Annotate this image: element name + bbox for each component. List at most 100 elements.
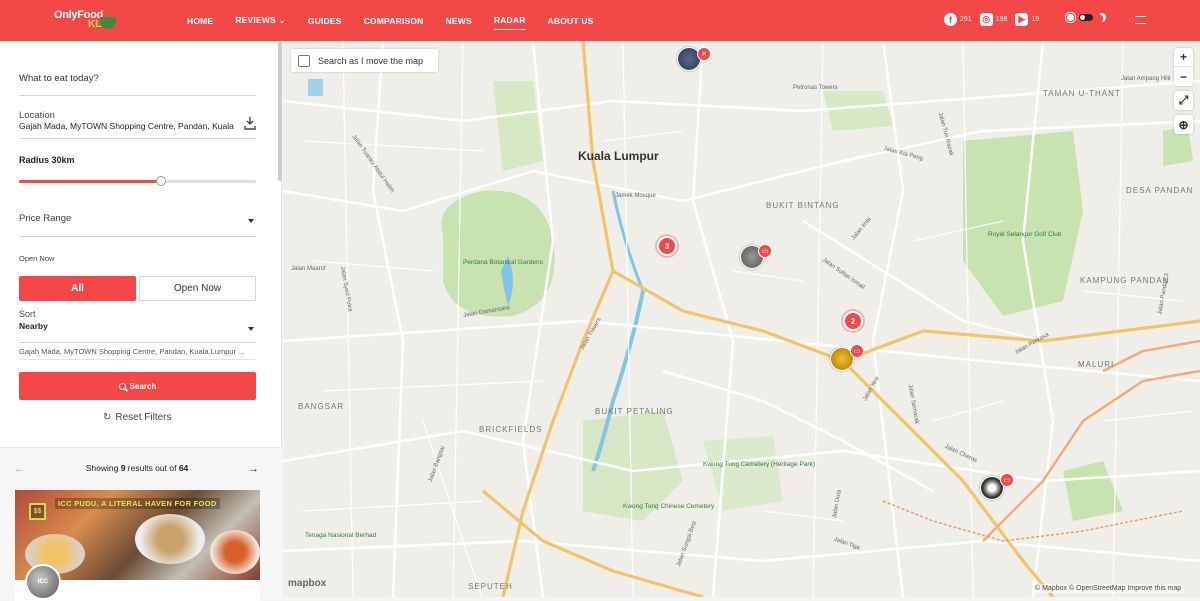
food-bowl-image (210, 530, 260, 574)
area-label: TAMAN U-THANT (1043, 89, 1121, 98)
bowl-icon (100, 17, 116, 29)
reset-filters-button[interactable]: ↻ Reset Filters (103, 412, 172, 423)
park-area (703, 436, 783, 511)
area-label: SEPUTEH (468, 582, 513, 591)
results-mid: results out of (125, 463, 179, 473)
park-label: Kwong Tung Cemetery (Heritage Park) (703, 461, 815, 468)
zoom-in-button[interactable]: + (1174, 48, 1193, 67)
chevron-down-icon (248, 219, 254, 223)
toggle-switch[interactable] (1079, 14, 1093, 21)
address-display: Gajah Mada, MyTOWN Shopping Centre, Pand… (19, 347, 256, 360)
water (308, 79, 323, 96)
road-label: Jalan Ampang Hilir (1121, 76, 1172, 82)
minor-roads (283, 41, 1200, 597)
area-label: KAMPUNG PANDAN (1080, 276, 1170, 285)
results-count: Showing 9 results out of 64 (0, 463, 274, 473)
fullscreen-control: ⤢ (1174, 91, 1193, 110)
radius-label: Radius 30km (19, 155, 75, 165)
park-area (493, 81, 543, 171)
river (611, 190, 645, 292)
facebook-count: 261 (960, 16, 972, 23)
results-total: 64 (178, 463, 189, 473)
cluster-marker[interactable]: 3 (657, 236, 677, 256)
cutlery-icon: ✕ (697, 47, 711, 61)
city-label: Kuala Lumpur (578, 149, 659, 163)
price-range-select[interactable]: Price Range (19, 213, 256, 237)
map-view[interactable]: Search as I move the map + − ⤢ ⊕ Kuala L… (283, 41, 1200, 597)
reset-filters-label: Reset Filters (115, 412, 172, 423)
nav-news[interactable]: NEWS (446, 12, 472, 30)
streets (302, 41, 1194, 597)
sun-icon (1066, 13, 1075, 22)
park-label: Kwong Tong Chinese Cemetery (623, 503, 715, 510)
park-area (823, 91, 893, 131)
geolocate-control: ⊕ (1174, 115, 1193, 134)
my-location-icon[interactable] (244, 116, 256, 130)
location-input[interactable]: Gajah Mada, MyTOWN Shopping Centre, Pand… (19, 121, 256, 139)
youtube-icon: ▶ (1015, 13, 1029, 26)
all-button[interactable]: All (19, 276, 136, 301)
nav-about[interactable]: ABOUT US (548, 12, 594, 30)
open-now-button[interactable]: Open Now (139, 276, 256, 301)
search-button[interactable]: Search (19, 372, 256, 400)
sidebar-scrollbar[interactable] (278, 41, 282, 181)
road-label: Jalan Maarof (291, 266, 326, 272)
main-nav: HOME REVIEWS ⌄ GUIDES COMPARISON NEWS RA… (187, 0, 616, 41)
nav-home[interactable]: HOME (187, 12, 213, 30)
railway (882, 500, 1184, 542)
card-title: ICC PUDU, A LITERAL HAVEN FOR FOOD (55, 498, 220, 509)
checkbox[interactable] (298, 54, 310, 67)
area-label: BUKIT PETALING (595, 407, 674, 416)
results-pagination: ← Showing 9 results out of 64 → (0, 463, 282, 477)
refresh-icon: ↻ (103, 412, 112, 423)
zoom-out-button[interactable]: − (1174, 67, 1193, 86)
mapbox-logo[interactable]: mapbox (288, 578, 326, 589)
park-label: Royal Selangor Golf Club (988, 231, 1062, 238)
arrow-right-icon[interactable]: → (248, 463, 259, 475)
location-label: Location (19, 110, 55, 121)
search-button-label: Search (129, 381, 157, 391)
cluster-marker[interactable]: 2 (843, 311, 863, 331)
dish-icon: ▭ (758, 244, 772, 258)
truck-icon: ▭ (850, 344, 864, 358)
nav-radar[interactable]: RADAR (493, 11, 526, 30)
results-prefix: Showing (85, 463, 121, 473)
nav-comparison[interactable]: COMPARISON (364, 12, 424, 30)
filter-sidebar: What to eat today? Location Gajah Mada, … (0, 41, 282, 601)
what-to-eat-input[interactable]: What to eat today? (19, 73, 256, 96)
youtube-count: 19 (1031, 16, 1040, 23)
sort-label: Sort (19, 309, 36, 319)
sort-value: Nearby (19, 321, 48, 331)
radius-slider[interactable] (19, 176, 256, 186)
chevron-down-icon (248, 327, 254, 331)
park-label: Perdana Botanical Gardens (463, 259, 543, 266)
facebook-icon: f (944, 13, 957, 26)
map-attribution[interactable]: © Mapbox © OpenStreetMap Improve this ma… (1032, 584, 1185, 593)
zoom-control: + − (1174, 48, 1193, 86)
nav-reviews[interactable]: REVIEWS ⌄ (235, 11, 285, 30)
facebook-link[interactable]: f 261 (944, 13, 972, 26)
fullscreen-icon[interactable]: ⤢ (1174, 91, 1193, 110)
youtube-link[interactable]: ▶ 19 (1015, 13, 1039, 26)
area-label: BANGSAR (298, 402, 345, 411)
onlyfood-logo[interactable]: OnlyFood KL (54, 9, 118, 33)
open-now-label: Open Now (19, 254, 55, 263)
theme-toggle[interactable] (1066, 13, 1106, 22)
nav-guides[interactable]: GUIDES (308, 12, 342, 30)
geolocate-icon[interactable]: ⊕ (1174, 115, 1193, 134)
slider-handle[interactable] (156, 176, 167, 186)
social-links: f 261 ◎ 198 ▶ 19 (944, 13, 1039, 26)
park-label: Tenaga Nasional Berhad (305, 532, 377, 539)
price-badge: $$ (29, 503, 46, 520)
landmark-label: Petronas Towers (793, 85, 838, 91)
area-label: DESA PANDAN (1126, 186, 1194, 195)
search-as-move-label: Search as I move the map (318, 55, 424, 66)
search-as-move-toggle[interactable]: Search as I move the map (291, 49, 438, 72)
instagram-link[interactable]: ◎ 198 (979, 13, 1007, 26)
sort-select[interactable]: Nearby (19, 321, 256, 343)
result-card[interactable]: ICC PUDU, A LITERAL HAVEN FOR FOOD $$ IC… (15, 490, 260, 601)
area-label: BUKIT BINTANG (766, 201, 840, 210)
top-navbar: OnlyFood KL HOME REVIEWS ⌄ GUIDES COMPAR… (0, 0, 1200, 41)
area-label: BRICKFIELDS (479, 425, 543, 434)
menu-icon[interactable] (1135, 16, 1146, 24)
